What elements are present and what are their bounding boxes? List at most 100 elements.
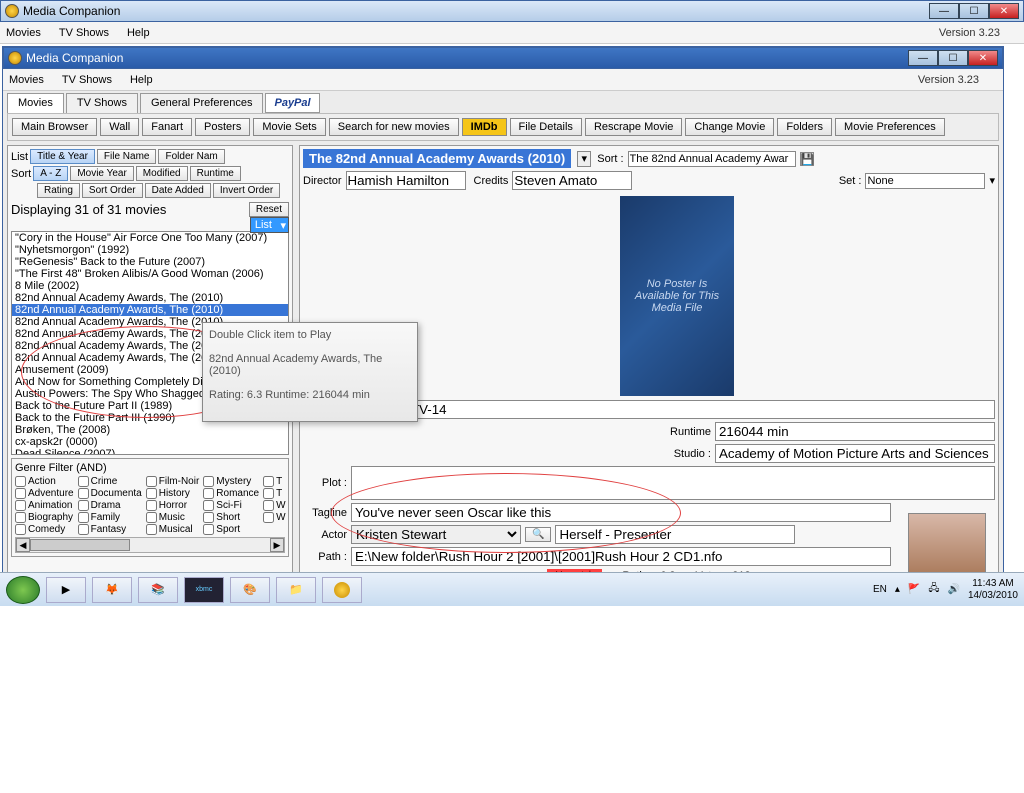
taskbar-xbmc-icon[interactable]: xbmc	[184, 577, 224, 603]
scroll-thumb[interactable]	[30, 539, 130, 551]
taskbar-mc-icon[interactable]	[322, 577, 362, 603]
genre-checkbox[interactable]: Action	[15, 476, 74, 487]
actor-lookup-button[interactable]: 🔍	[525, 527, 551, 542]
maximize-button[interactable]: ☐	[938, 50, 968, 66]
list-item[interactable]: "Cory in the House" Air Force One Too Ma…	[12, 232, 288, 244]
genre-scrollbar[interactable]: ◀ ▶	[15, 537, 285, 553]
genre-checkbox[interactable]: Horror	[146, 500, 200, 511]
genre-checkbox[interactable]: Family	[78, 512, 142, 523]
sort-date-added[interactable]: Date Added	[145, 183, 211, 198]
genre-checkbox[interactable]: Music	[146, 512, 200, 523]
tray-clock[interactable]: 11:43 AM14/03/2010	[968, 578, 1018, 602]
menu-tvshows[interactable]: TV Shows	[62, 74, 112, 86]
tab-movies[interactable]: Movies	[7, 93, 64, 113]
sort-az[interactable]: A - Z	[33, 166, 68, 181]
tray-flag-icon[interactable]: 🚩	[908, 584, 920, 595]
taskbar-firefox-icon[interactable]: 🦊	[92, 577, 132, 603]
taskbar-explorer-icon[interactable]: 📁	[276, 577, 316, 603]
list-item[interactable]: 82nd Annual Academy Awards, The (2010)	[12, 304, 288, 316]
scroll-left-icon[interactable]: ◀	[16, 538, 30, 552]
close-button[interactable]: ✕	[968, 50, 998, 66]
subtab-folders[interactable]: Folders	[777, 118, 832, 136]
subtab-search[interactable]: Search for new movies	[329, 118, 459, 136]
sort-runtime[interactable]: Runtime	[190, 166, 241, 181]
taskbar-winrar-icon[interactable]: 📚	[138, 577, 178, 603]
director-input[interactable]	[346, 171, 466, 190]
menu-movies[interactable]: Movies	[9, 74, 44, 86]
subtab-imdb[interactable]: IMDb	[462, 118, 507, 136]
subtab-movie-preferences[interactable]: Movie Preferences	[835, 118, 945, 136]
genre-checkbox[interactable]: Biography	[15, 512, 74, 523]
path-input[interactable]	[351, 547, 891, 566]
genre-checkbox[interactable]: Short	[203, 512, 259, 523]
list-item[interactable]: "ReGenesis" Back to the Future (2007)	[12, 256, 288, 268]
save-icon[interactable]: 💾	[800, 152, 814, 166]
list-item[interactable]: "The First 48" Broken Alibis/A Good Woma…	[12, 268, 288, 280]
genre-checkbox[interactable]: Film-Noir	[146, 476, 200, 487]
tagline-input[interactable]	[351, 503, 891, 522]
list-dropdown[interactable]: List	[250, 217, 289, 233]
genre-checkbox[interactable]: T	[263, 476, 285, 487]
sort-order[interactable]: Sort Order	[82, 183, 143, 198]
tray-network-icon[interactable]: 🖧	[928, 581, 939, 598]
credits-input[interactable]	[512, 171, 632, 190]
plot-input[interactable]	[351, 466, 995, 500]
subtab-fanart[interactable]: Fanart	[142, 118, 192, 136]
genre-checkbox[interactable]: W	[263, 512, 285, 523]
studio-input[interactable]	[715, 444, 995, 463]
listmode-filename[interactable]: File Name	[97, 149, 157, 164]
minimize-back-button[interactable]: —	[929, 3, 959, 19]
genre-checkbox[interactable]: Romance	[203, 488, 259, 499]
taskbar-paint-icon[interactable]: 🎨	[230, 577, 270, 603]
set-input[interactable]	[865, 173, 985, 189]
subtab-posters[interactable]: Posters	[195, 118, 250, 136]
tab-general-preferences[interactable]: General Preferences	[140, 93, 264, 113]
list-item[interactable]: Brøken, The (2008)	[12, 424, 288, 436]
tray-arrow-icon[interactable]: ▴	[895, 584, 900, 595]
minimize-button[interactable]: —	[908, 50, 938, 66]
menu-help-back[interactable]: Help	[127, 27, 150, 39]
genre-checkbox[interactable]: Fantasy	[78, 524, 142, 535]
tray-volume-icon[interactable]: 🔊	[947, 584, 959, 595]
genre-checkbox[interactable]: Drama	[78, 500, 142, 511]
close-back-button[interactable]: ✕	[989, 3, 1019, 19]
genre-checkbox[interactable]: W	[263, 500, 285, 511]
genre-checkbox[interactable]: Comedy	[15, 524, 74, 535]
scroll-right-icon[interactable]: ▶	[270, 538, 284, 552]
actor-select[interactable]: Kristen Stewart	[351, 525, 521, 544]
runtime-input[interactable]	[715, 422, 995, 441]
subtab-change-movie[interactable]: Change Movie	[685, 118, 774, 136]
genre-checkbox[interactable]: Mystery	[203, 476, 259, 487]
sort-invert[interactable]: Invert Order	[213, 183, 280, 198]
title-dropdown-icon[interactable]: ▾	[577, 151, 591, 167]
genre-checkbox[interactable]: Documenta	[78, 488, 142, 499]
list-item[interactable]: Dead Silence (2007)	[12, 448, 288, 455]
listmode-title-year[interactable]: Title & Year	[30, 149, 95, 164]
genre-checkbox[interactable]: Sci-Fi	[203, 500, 259, 511]
menu-help[interactable]: Help	[130, 74, 153, 86]
sort-field-input[interactable]	[628, 151, 796, 167]
list-item[interactable]: 82nd Annual Academy Awards, The (2010)	[12, 292, 288, 304]
subtab-wall[interactable]: Wall	[100, 118, 139, 136]
taskbar-wmp-icon[interactable]: ▶	[46, 577, 86, 603]
subtab-main-browser[interactable]: Main Browser	[12, 118, 97, 136]
genre-checkbox[interactable]: Sport	[203, 524, 259, 535]
genre-checkbox[interactable]: T	[263, 488, 285, 499]
list-item[interactable]: "Nyhetsmorgon" (1992)	[12, 244, 288, 256]
menu-tvshows-back[interactable]: TV Shows	[59, 27, 109, 39]
genre-checkbox[interactable]: History	[146, 488, 200, 499]
sort-movie-year[interactable]: Movie Year	[70, 166, 133, 181]
list-item[interactable]: cx-apsk2r (0000)	[12, 436, 288, 448]
actor-role[interactable]	[555, 525, 795, 544]
sort-modified[interactable]: Modified	[136, 166, 188, 181]
subtab-file-details[interactable]: File Details	[510, 118, 582, 136]
tray-lang[interactable]: EN	[873, 584, 887, 595]
menu-movies-back[interactable]: Movies	[6, 27, 41, 39]
set-dropdown-icon[interactable]: ▾	[989, 174, 995, 187]
genre-checkbox[interactable]: Adventure	[15, 488, 74, 499]
subtab-rescrape[interactable]: Rescrape Movie	[585, 118, 682, 136]
listmode-foldername[interactable]: Folder Nam	[158, 149, 224, 164]
subtab-movie-sets[interactable]: Movie Sets	[253, 118, 325, 136]
tab-paypal[interactable]: PayPal	[265, 93, 319, 113]
list-item[interactable]: 8 Mile (2002)	[12, 280, 288, 292]
